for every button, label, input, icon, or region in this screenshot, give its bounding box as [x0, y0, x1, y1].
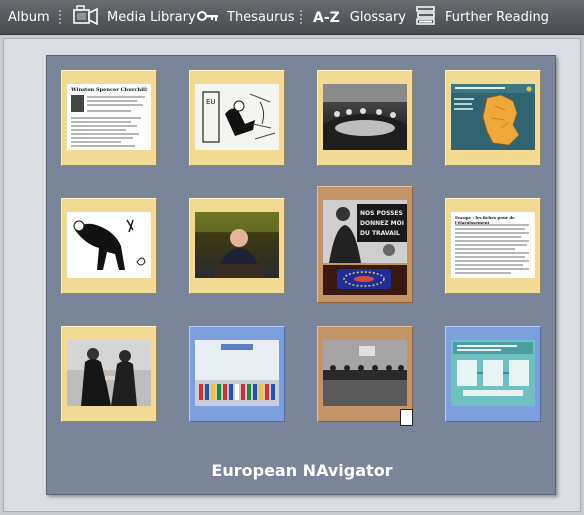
- media-library-button[interactable]: Media Library: [71, 0, 196, 35]
- eu-sign: EU: [206, 98, 216, 106]
- conference-photo: [323, 340, 407, 406]
- flags-photo: [195, 340, 279, 406]
- gallery-tile-churchill-document[interactable]: Winston Spencer Churchill: [61, 70, 157, 166]
- document-thumbnail: Winston Spencer Churchill: [67, 84, 151, 150]
- key-icon: [197, 9, 219, 27]
- gallery-tile-meeting-photo[interactable]: [317, 70, 413, 166]
- gallery-tile-diagram[interactable]: [445, 326, 541, 422]
- top-toolbar: Album Media Library Thesaurus A-Z Glossa…: [0, 0, 584, 35]
- brand-title: European NAvigator: [211, 461, 393, 480]
- protest-photo: NOS POSSES DONNEZ MOI DU TRAVAIL: [323, 200, 407, 263]
- toolbar-separator: [59, 9, 61, 26]
- further-reading-button[interactable]: Further Reading: [415, 0, 549, 35]
- gallery-tile-conference-photo[interactable]: [317, 326, 413, 426]
- media-library-icon: [71, 4, 99, 31]
- svg-text:DONNEZ MOI: DONNEZ MOI: [360, 220, 404, 227]
- handshake-photo: [67, 340, 151, 406]
- svg-text:NOS POSSES: NOS POSSES: [360, 210, 403, 217]
- gallery-tile-map[interactable]: [445, 70, 541, 166]
- a-z-icon: A-Z: [313, 9, 340, 26]
- glossary-label: Glossary: [349, 10, 406, 25]
- gallery-tile-handshake-photo[interactable]: [61, 326, 157, 422]
- toolbar-separator: [300, 9, 302, 26]
- meeting-photo: [323, 84, 407, 150]
- selection-marker: [400, 409, 413, 426]
- cartoon-thumbnail: EU: [195, 84, 279, 150]
- gallery-tile-flags-photo[interactable]: [189, 326, 285, 422]
- svg-text:DU TRAVAIL: DU TRAVAIL: [360, 230, 400, 237]
- document-title: Winston Spencer Churchill: [71, 87, 147, 93]
- gallery-tile-protest-photo[interactable]: NOS POSSES DONNEZ MOI DU TRAVAIL: [317, 186, 413, 303]
- thesaurus-label: Thesaurus: [227, 10, 295, 25]
- speaker-photo: [195, 212, 279, 278]
- cartoon-figure-thumbnail: [67, 212, 151, 278]
- thesaurus-button[interactable]: Thesaurus: [197, 0, 295, 35]
- further-reading-label: Further Reading: [445, 10, 549, 25]
- gallery-panel: Winston Spencer Churchill EU NOS POSSES …: [46, 55, 556, 495]
- diagram-thumbnail: [451, 340, 535, 406]
- album-button[interactable]: Album: [8, 0, 50, 35]
- glossary-button[interactable]: A-Z Glossary: [313, 0, 406, 35]
- map-thumbnail: [451, 84, 535, 150]
- album-label: Album: [8, 10, 50, 25]
- portrait-image: [71, 95, 84, 112]
- document-thumbnail: Europe : les fiches pour de l'élargissem…: [451, 212, 535, 278]
- stamp-image: [323, 265, 407, 295]
- books-icon: [415, 5, 437, 31]
- gallery-tile-eu-cartoon[interactable]: EU: [189, 70, 285, 166]
- gallery-tile-enlargement-document[interactable]: Europe : les fiches pour de l'élargissem…: [445, 198, 541, 294]
- gallery-tile-cartoon-figure[interactable]: [61, 198, 157, 294]
- media-library-label: Media Library: [107, 10, 196, 25]
- gallery-tile-speaker-photo[interactable]: [189, 198, 285, 294]
